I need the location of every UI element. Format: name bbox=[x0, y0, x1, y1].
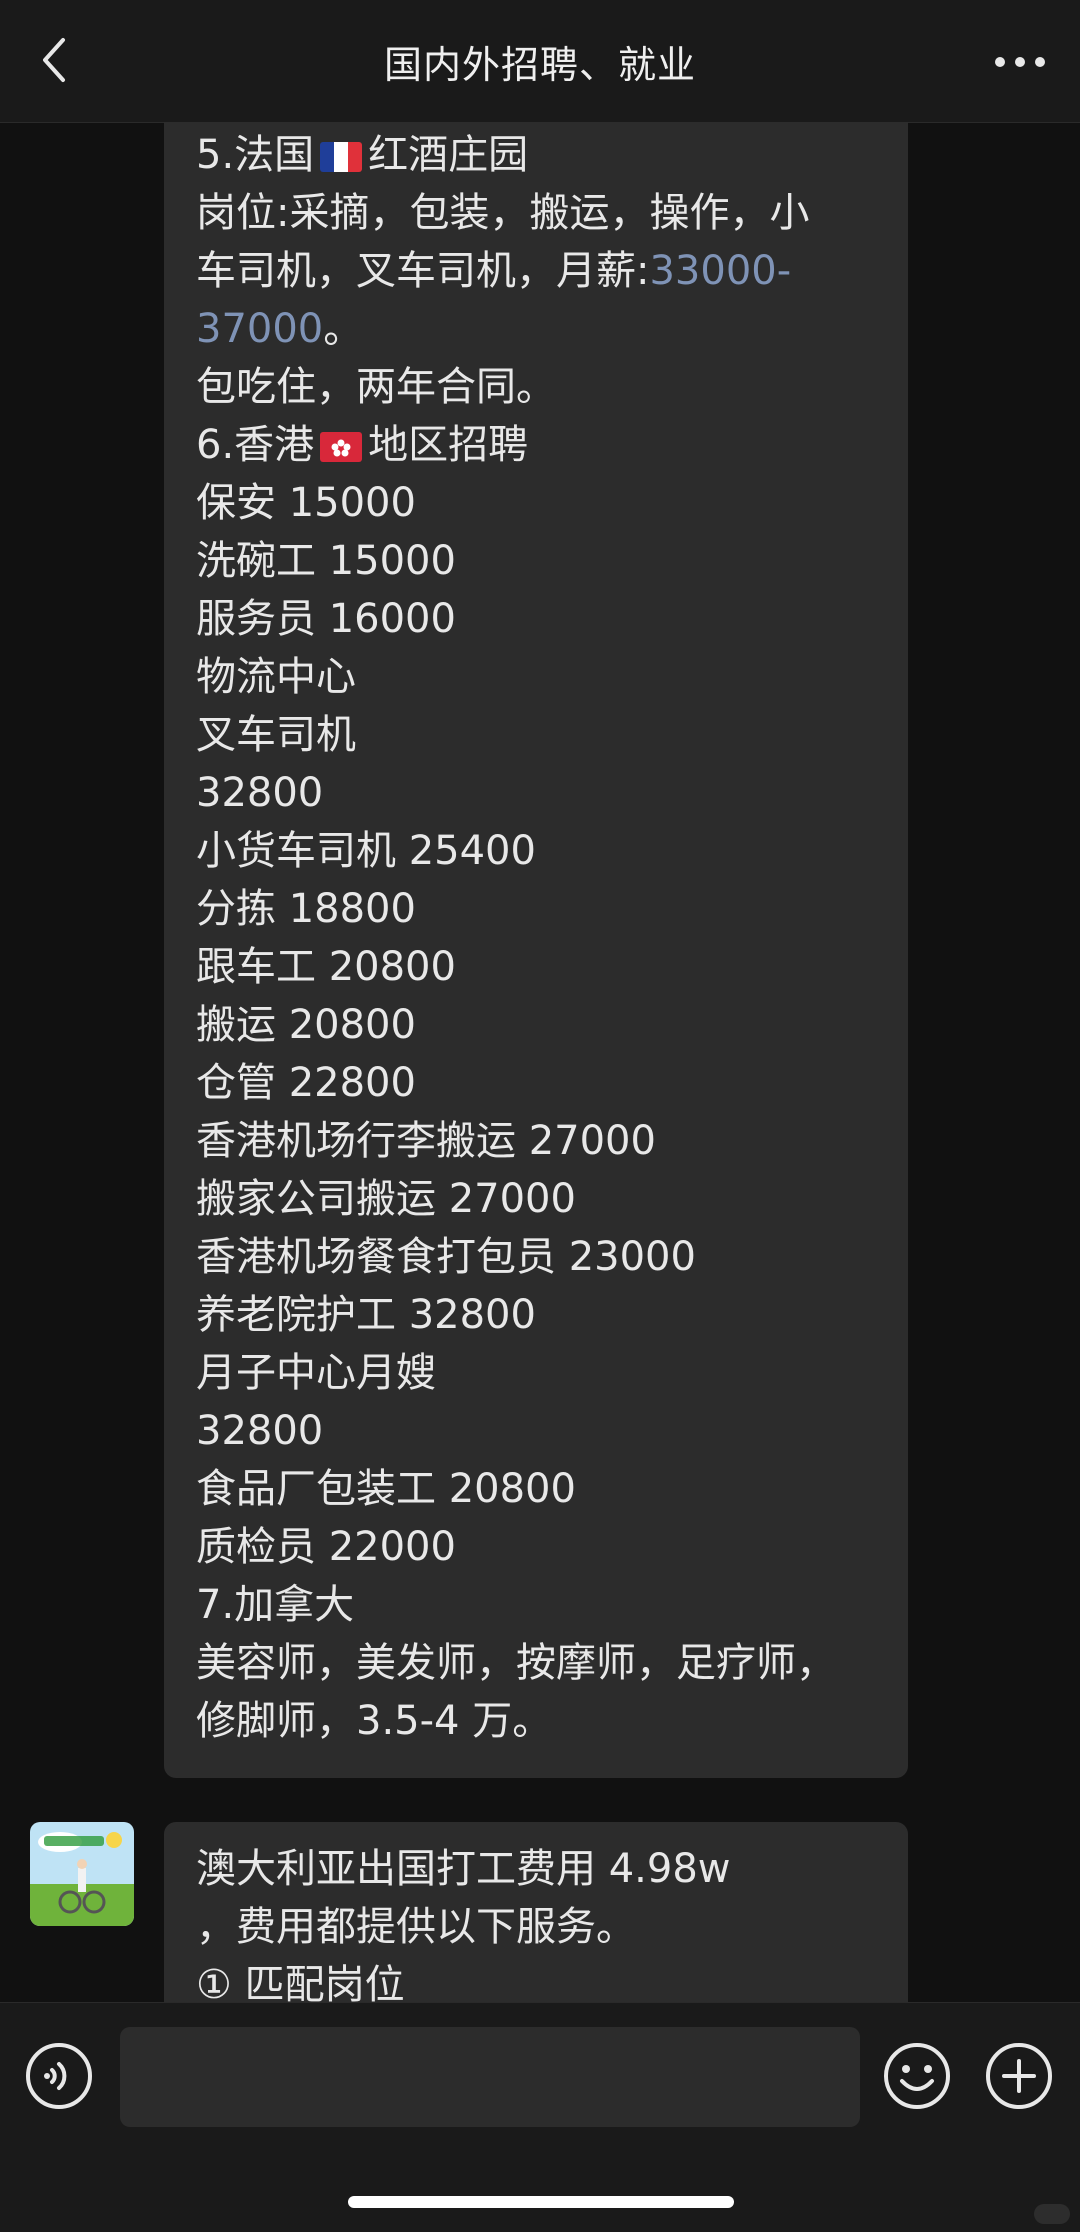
emoji-icon bbox=[884, 2043, 950, 2109]
avatar[interactable] bbox=[30, 1822, 134, 1926]
plus-button[interactable] bbox=[984, 2041, 1054, 2111]
message-line: 服务员 16000 bbox=[196, 590, 876, 648]
line-text: 地区招聘 bbox=[368, 422, 529, 468]
message-line: 5.法国 红酒庄园 bbox=[196, 126, 876, 184]
message-line: 跟车工 20800 bbox=[196, 938, 876, 996]
message-line: ① 匹配岗位 bbox=[196, 1956, 876, 2002]
message-line: 香港机场餐食打包员 23000 bbox=[196, 1228, 876, 1286]
voice-icon bbox=[26, 2043, 92, 2109]
message-line: 7.加拿大 bbox=[196, 1576, 876, 1634]
line-text: 养老院护工 32800 bbox=[196, 1292, 536, 1338]
message-line: 修脚师，3.5-4 万。 bbox=[196, 1692, 876, 1750]
emoji-button[interactable] bbox=[882, 2041, 952, 2111]
watermark bbox=[1034, 2204, 1070, 2224]
line-text: 叉车司机 bbox=[196, 712, 356, 758]
voice-button[interactable] bbox=[24, 2041, 94, 2111]
line-text: 质检员 22000 bbox=[196, 1524, 456, 1570]
line-text: 32800 bbox=[196, 770, 324, 816]
back-button[interactable] bbox=[30, 36, 78, 84]
message-line: 搬运 20800 bbox=[196, 996, 876, 1054]
message-line: 保安 15000 bbox=[196, 474, 876, 532]
line-text: 食品厂包装工 20800 bbox=[196, 1466, 576, 1512]
message-line: 物流中心 bbox=[196, 648, 876, 706]
line-text: 修脚师，3.5-4 万。 bbox=[196, 1698, 553, 1744]
line-text: 服务员 16000 bbox=[196, 596, 456, 642]
phone-number-link[interactable]: 37000 bbox=[196, 306, 323, 352]
line-text: 包吃住，两年合同。 bbox=[196, 364, 556, 410]
message-line: 食品厂包装工 20800 bbox=[196, 1460, 876, 1518]
message-line: 车司机，叉车司机，月薪:33000- bbox=[196, 242, 876, 300]
line-text: 保安 15000 bbox=[196, 480, 416, 526]
message-bubble[interactable]: 5.法国 红酒庄园 岗位:采摘，包装，搬运，操作，小 车司机，叉车司机，月薪:3300… bbox=[164, 122, 908, 1778]
line-text: 。 bbox=[323, 306, 364, 352]
message-line: 32800 bbox=[196, 1402, 876, 1460]
message-line: 月子中心月嫂 bbox=[196, 1344, 876, 1402]
message-line: ，费用都提供以下服务。 bbox=[196, 1898, 876, 1956]
more-horizontal-icon bbox=[995, 57, 1045, 67]
line-text: 32800 bbox=[196, 1408, 324, 1454]
phone-number-link[interactable]: 33000- bbox=[649, 248, 791, 294]
line-text: 香港机场行李搬运 27000 bbox=[196, 1118, 656, 1164]
line-text: 物流中心 bbox=[196, 654, 356, 700]
line-text: 小货车司机 25400 bbox=[196, 828, 536, 874]
message-line: 香港机场行李搬运 27000 bbox=[196, 1112, 876, 1170]
line-text: 岗位:采摘，包装，搬运，操作，小 bbox=[196, 190, 810, 236]
line-text: 搬家公司搬运 27000 bbox=[196, 1176, 576, 1222]
message-line: 6.香港 地区招聘 bbox=[196, 416, 876, 474]
line-text: 车司机，叉车司机，月薪: bbox=[196, 248, 650, 294]
message-line: 搬家公司搬运 27000 bbox=[196, 1170, 876, 1228]
page-title: 国内外招聘、就业 bbox=[383, 42, 696, 87]
message-line: 32800 bbox=[196, 764, 876, 822]
message-bubble[interactable]: 澳大利亚出国打工费用 4.98w ，费用都提供以下服务。 ① 匹配岗位 bbox=[164, 1822, 908, 2002]
chat-area[interactable]: 5.法国 红酒庄园 岗位:采摘，包装，搬运，操作，小 车司机，叉车司机，月薪:3300… bbox=[0, 122, 1080, 2002]
avatar-image bbox=[30, 1822, 134, 1926]
line-text: 洗碗工 15000 bbox=[196, 538, 456, 584]
message-line: 澳大利亚出国打工费用 4.98w bbox=[196, 1840, 876, 1898]
line-text: 5.法国 bbox=[196, 132, 315, 178]
france-flag-icon bbox=[320, 142, 363, 172]
line-text: 7.加拿大 bbox=[196, 1582, 355, 1628]
line-text: 仓管 22800 bbox=[196, 1060, 416, 1106]
line-text: 澳大利亚出国打工费用 4.98w bbox=[196, 1846, 731, 1892]
message-line: 小货车司机 25400 bbox=[196, 822, 876, 880]
line-text: 红酒庄园 bbox=[368, 132, 529, 178]
more-button[interactable] bbox=[990, 42, 1050, 82]
message-line: 岗位:采摘，包装，搬运，操作，小 bbox=[196, 184, 876, 242]
message-line: 洗碗工 15000 bbox=[196, 532, 876, 590]
message-input[interactable] bbox=[120, 2027, 860, 2127]
message-line: 仓管 22800 bbox=[196, 1054, 876, 1112]
plus-icon bbox=[986, 2043, 1052, 2109]
chat-header: 国内外招聘、就业 bbox=[0, 0, 1080, 123]
line-text: 跟车工 20800 bbox=[196, 944, 456, 990]
line-text: 搬运 20800 bbox=[196, 1002, 416, 1048]
line-text: 香港机场餐食打包员 23000 bbox=[196, 1234, 696, 1280]
home-indicator[interactable] bbox=[348, 2196, 734, 2208]
line-text: ① 匹配岗位 bbox=[196, 1962, 405, 2002]
message-line: 分拣 18800 bbox=[196, 880, 876, 938]
line-text: ，费用都提供以下服务。 bbox=[196, 1904, 636, 1950]
line-text: 分拣 18800 bbox=[196, 886, 416, 932]
chevron-left-icon bbox=[43, 38, 65, 82]
message-line: 叉车司机 bbox=[196, 706, 876, 764]
message-line: 37000。 bbox=[196, 300, 876, 358]
message-line: 包吃住，两年合同。 bbox=[196, 358, 876, 416]
hong-kong-flag-icon bbox=[320, 432, 363, 462]
line-text: 月子中心月嫂 bbox=[196, 1350, 436, 1396]
message-line: 美容师，美发师，按摩师，足疗师， bbox=[196, 1634, 876, 1692]
line-text: 美容师，美发师，按摩师，足疗师， bbox=[196, 1640, 836, 1686]
message-line: 养老院护工 32800 bbox=[196, 1286, 876, 1344]
message-line: 质检员 22000 bbox=[196, 1518, 876, 1576]
line-text: 6.香港 bbox=[196, 422, 315, 468]
